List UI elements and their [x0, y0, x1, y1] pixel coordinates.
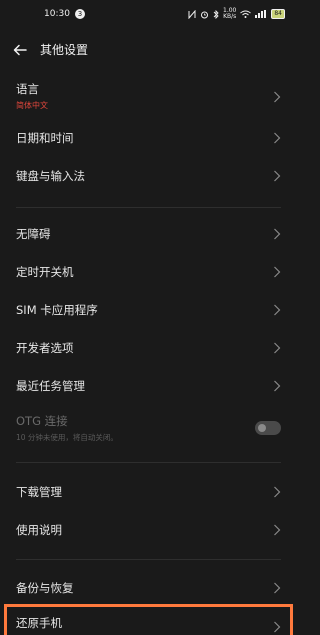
manual-label: 使用说明 [16, 523, 62, 537]
section-divider [16, 559, 281, 560]
chevron-right-icon [274, 380, 281, 392]
chevron-right-icon [274, 132, 281, 144]
toggle-knob [258, 424, 266, 432]
backup-label: 备份与恢复 [16, 581, 74, 595]
notification-badge-icon: 3 [74, 9, 85, 19]
chevron-right-icon [274, 304, 281, 316]
developer-label: 开发者选项 [16, 341, 74, 355]
status-time: 10:30 [44, 9, 70, 19]
otg-label: OTG 连接 [16, 414, 68, 428]
settings-item-developer[interactable]: 开发者选项 [0, 335, 297, 361]
chevron-right-icon [274, 621, 281, 633]
language-value: 简体中文 [16, 101, 48, 110]
accessibility-label: 无障碍 [16, 227, 51, 241]
settings-item-recent-tasks[interactable]: 最近任务管理 [0, 373, 297, 399]
chevron-right-icon [274, 266, 281, 278]
settings-item-sim-toolkit[interactable]: SIM 卡应用程序 [0, 297, 297, 323]
back-arrow-icon[interactable] [12, 42, 28, 58]
wifi-icon [240, 10, 252, 18]
keyboard-label: 键盘与输入法 [16, 169, 85, 183]
otg-description: 10 分钟未使用，将自动关闭。 [16, 433, 118, 442]
chevron-right-icon [274, 228, 281, 240]
status-bar: 10:30 3 1.00 KB/s 84 [0, 0, 297, 28]
settings-item-accessibility[interactable]: 无障碍 [0, 221, 297, 247]
reset-label: 还原手机 [16, 616, 62, 630]
header: 其他设置 [0, 32, 297, 68]
section-divider [16, 462, 281, 463]
chevron-right-icon [274, 486, 281, 498]
datetime-label: 日期和时间 [16, 131, 74, 145]
screen: 10:30 3 1.00 KB/s 84 其他设置 语言 简体中文 日期和时间 键… [0, 0, 297, 635]
bluetooth-icon [213, 9, 219, 19]
section-divider [16, 207, 281, 208]
signal-icon [255, 10, 267, 18]
settings-item-manual[interactable]: 使用说明 [0, 517, 297, 543]
alarm-icon [201, 11, 208, 18]
chevron-right-icon [274, 582, 281, 594]
settings-item-datetime[interactable]: 日期和时间 [0, 125, 297, 151]
status-left: 10:30 3 [44, 9, 85, 19]
chevron-right-icon [274, 91, 281, 103]
downloads-label: 下载管理 [16, 485, 62, 499]
settings-item-downloads[interactable]: 下载管理 [0, 479, 297, 505]
language-label: 语言 [16, 82, 39, 96]
settings-item-language[interactable]: 语言 简体中文 [0, 78, 297, 116]
battery-icon: 84 [271, 9, 285, 19]
chevron-right-icon [274, 170, 281, 182]
chevron-right-icon [274, 342, 281, 354]
otg-toggle[interactable] [255, 421, 281, 435]
settings-item-backup[interactable]: 备份与恢复 [0, 575, 297, 601]
scheduled-power-label: 定时开关机 [16, 265, 74, 279]
status-right: 1.00 KB/s 84 [188, 8, 285, 20]
recent-tasks-label: 最近任务管理 [16, 379, 85, 393]
settings-item-keyboard[interactable]: 键盘与输入法 [0, 163, 297, 189]
settings-item-otg[interactable]: OTG 连接 10 分钟未使用，将自动关闭。 [0, 411, 297, 447]
sim-toolkit-label: SIM 卡应用程序 [16, 303, 98, 317]
page-title: 其他设置 [40, 43, 89, 57]
chevron-right-icon [274, 524, 281, 536]
nfc-icon [188, 9, 196, 19]
settings-item-scheduled-power[interactable]: 定时开关机 [0, 259, 297, 285]
settings-item-reset[interactable]: 还原手机 [0, 611, 297, 635]
network-speed: 1.00 KB/s [223, 7, 237, 20]
